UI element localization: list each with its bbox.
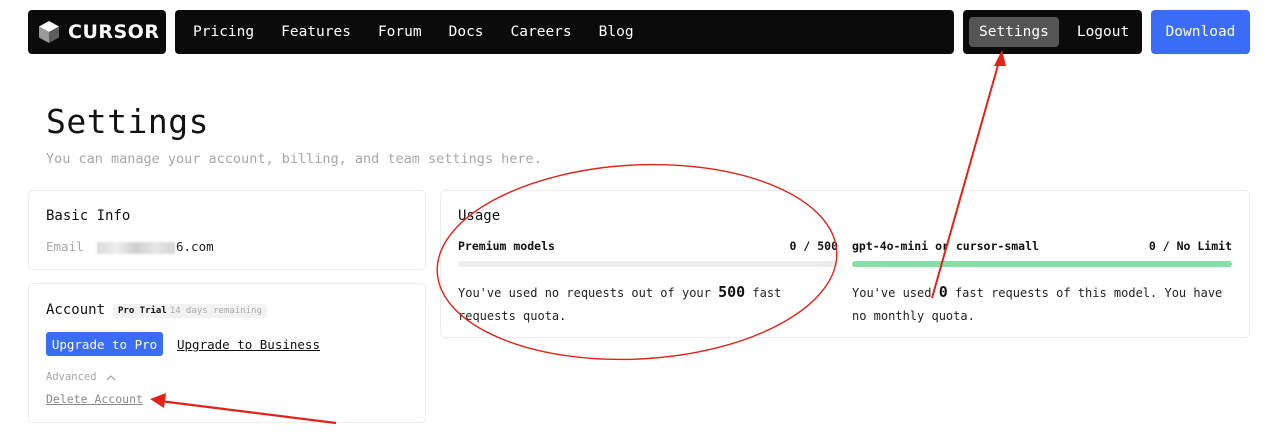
small-model-usage: gpt-4o-mini or cursor-small 0 / No Limit…: [852, 239, 1232, 328]
premium-quota-number: 500: [718, 283, 746, 301]
email-domain: 6.com: [176, 239, 214, 254]
email-redacted: [97, 241, 175, 254]
page-title: Settings: [46, 102, 209, 141]
advanced-label: Advanced: [46, 371, 97, 383]
premium-text-before: You've used no requests out of your: [458, 286, 719, 300]
usage-card: Usage Premium models 0 / 500 You've used…: [440, 190, 1250, 338]
upgrade-to-business-link[interactable]: Upgrade to Business: [177, 337, 320, 352]
small-model-usage-description: You've used 0 fast requests of this mode…: [852, 281, 1232, 328]
trial-remaining: 14 days remaining: [169, 306, 262, 316]
plan-name: Pro Trial: [118, 306, 167, 316]
brand-logo[interactable]: CURSOR: [28, 10, 166, 54]
plan-badge: Pro Trial 14 days remaining: [113, 304, 267, 318]
small-used-number: 0: [938, 283, 948, 301]
account-nav: Settings Logout: [963, 10, 1142, 54]
delete-account-link[interactable]: Delete Account: [46, 392, 143, 406]
basic-info-title: Basic Info: [46, 208, 131, 224]
email-label: Email: [46, 239, 84, 254]
premium-models-label: Premium models: [458, 239, 555, 253]
brand-name: CURSOR: [68, 21, 160, 43]
basic-info-card: Basic Info Email 6.com: [28, 190, 426, 270]
nav-features-link[interactable]: Features: [281, 24, 351, 40]
cube-icon: [39, 21, 59, 43]
main-nav: Pricing Features Forum Docs Careers Blog: [175, 10, 954, 54]
nav-pricing-link[interactable]: Pricing: [193, 24, 254, 40]
nav-blog-link[interactable]: Blog: [599, 24, 634, 40]
page-subtitle: You can manage your account, billing, an…: [46, 151, 542, 167]
nav-settings-button[interactable]: Settings: [969, 17, 1059, 47]
upgrade-to-pro-button[interactable]: Upgrade to Pro: [46, 332, 163, 356]
premium-usage: Premium models 0 / 500 You've used no re…: [458, 239, 838, 328]
usage-title: Usage: [458, 208, 501, 224]
account-title: Account: [46, 302, 106, 318]
premium-models-count: 0 / 500: [789, 239, 838, 253]
chevron-up-icon: [106, 374, 116, 380]
account-card: Account Pro Trial 14 days remaining Upgra…: [28, 283, 426, 423]
email-value: 6.com: [97, 239, 214, 254]
nav-logout-button[interactable]: Logout: [1077, 24, 1129, 40]
small-model-count: 0 / No Limit: [1148, 239, 1232, 253]
small-text-before: You've used: [852, 286, 939, 300]
small-model-progress-bar: [852, 261, 1232, 267]
download-button[interactable]: Download: [1151, 10, 1250, 54]
advanced-toggle[interactable]: Advanced: [46, 371, 116, 383]
premium-progress-bar: [458, 261, 838, 267]
small-model-progress-fill: [852, 261, 1232, 267]
nav-docs-link[interactable]: Docs: [449, 24, 484, 40]
nav-forum-link[interactable]: Forum: [378, 24, 422, 40]
nav-careers-link[interactable]: Careers: [511, 24, 572, 40]
premium-usage-description: You've used no requests out of your 500 …: [458, 281, 838, 328]
small-model-label: gpt-4o-mini or cursor-small: [852, 239, 1039, 253]
